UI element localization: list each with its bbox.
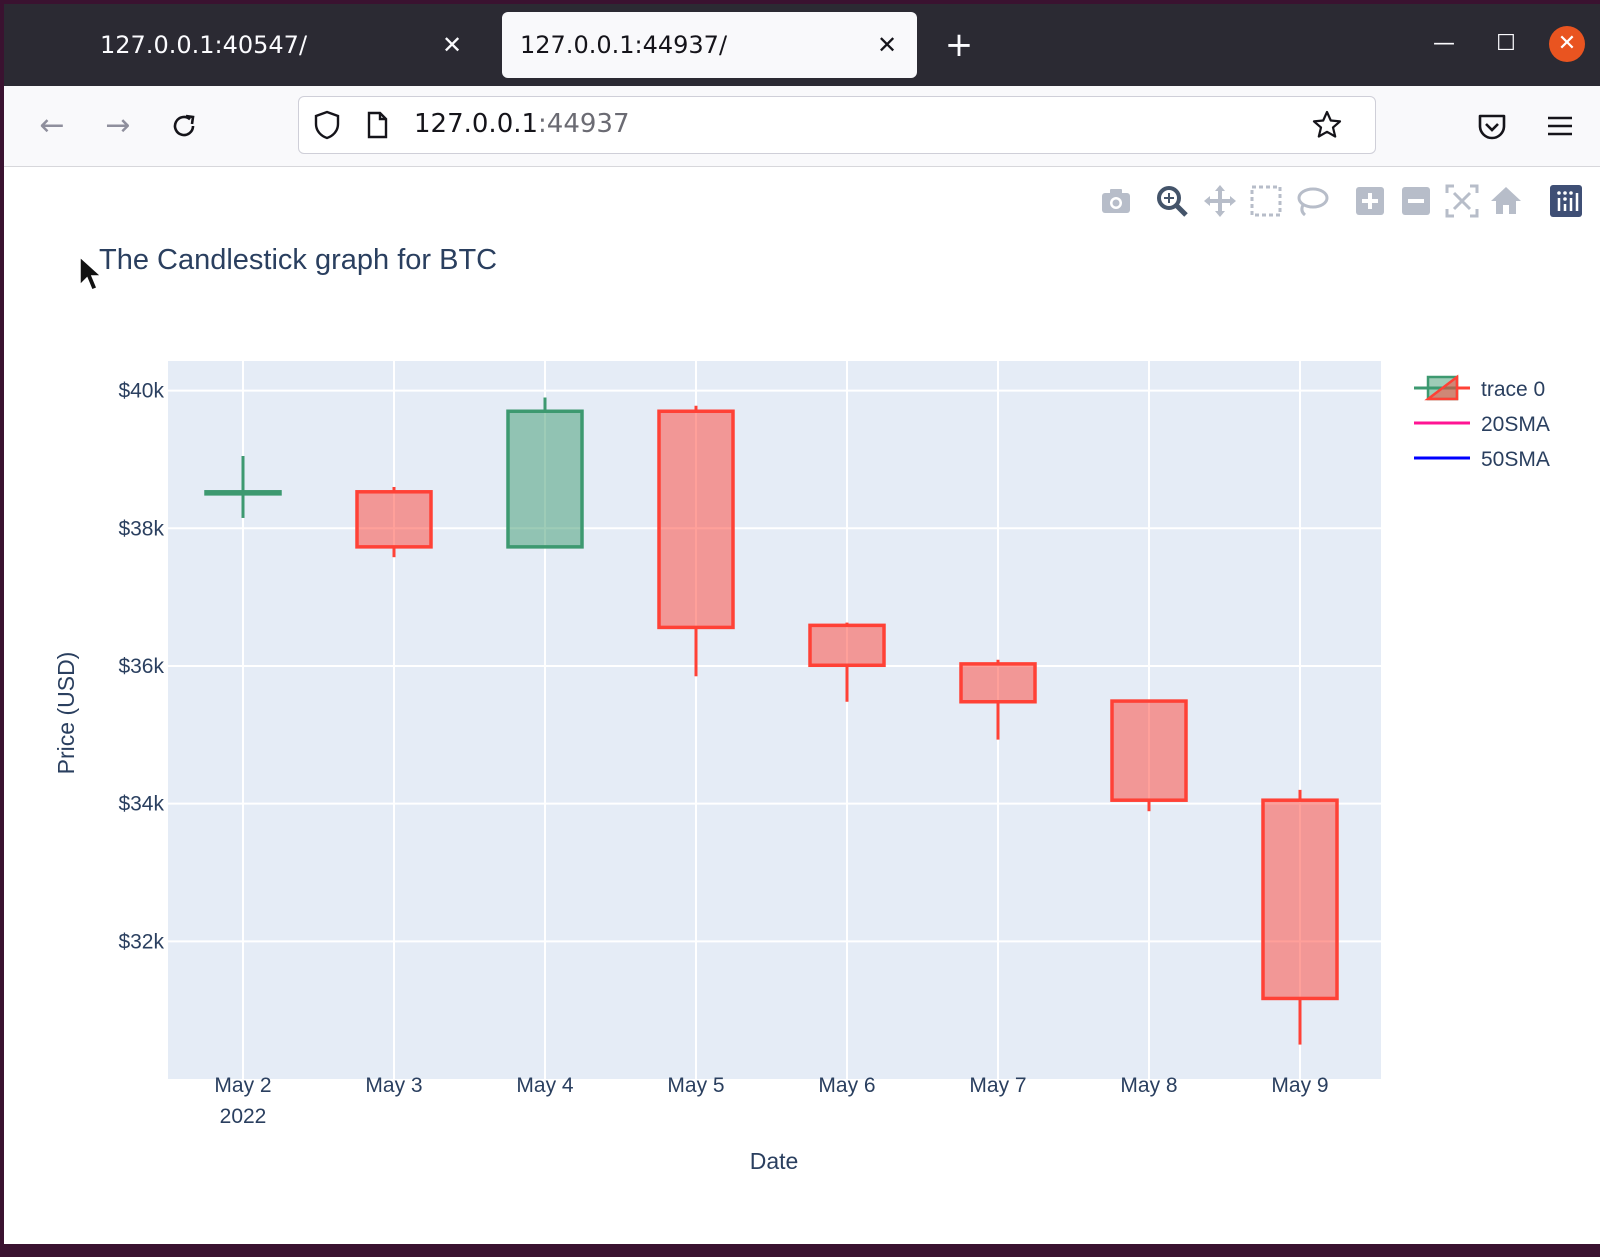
back-arrow-icon[interactable]: ←: [30, 104, 74, 148]
candle-decreasing[interactable]: [1110, 699, 1188, 812]
minimize-icon[interactable]: —: [1422, 22, 1466, 66]
url-text[interactable]: 127.0.0.1:44937: [414, 109, 630, 139]
plotly-logo-icon[interactable]: [1548, 183, 1584, 219]
legend-label-50sma: 50SMA: [1481, 448, 1550, 471]
candle-body: [355, 490, 433, 549]
mouse-cursor-icon: [79, 255, 103, 291]
x-axis-title: Date: [750, 1148, 799, 1174]
x-tick-label: May 3: [365, 1074, 422, 1097]
page-content: $32k $34k $36k $38k $40k May 2 May 3 May 4 May …: [4, 167, 1600, 1244]
x-tick-label: May 2: [214, 1074, 271, 1097]
x-year-label: 2022: [220, 1105, 267, 1128]
candle-body: [506, 409, 584, 549]
lasso-select-icon[interactable]: [1294, 183, 1330, 219]
page-icon[interactable]: [361, 109, 393, 141]
candle-body: [1261, 798, 1339, 1001]
modebar: [4, 183, 1600, 223]
navigation-bar: ← → 127.0.0.1:44937: [4, 86, 1600, 167]
candlestick-chart[interactable]: $32k $34k $36k $38k $40k May 2 May 3 May 4 May …: [4, 167, 1600, 1244]
x-tick-label: May 9: [1271, 1074, 1328, 1097]
reload-icon[interactable]: [162, 104, 206, 148]
zoom-in-icon[interactable]: [1352, 183, 1388, 219]
box-select-icon[interactable]: [1248, 183, 1284, 219]
candle-body: [657, 409, 735, 630]
candle-decreasing[interactable]: [355, 486, 433, 558]
candle-body: [959, 662, 1037, 704]
shield-icon[interactable]: [311, 109, 343, 141]
zoom-out-icon[interactable]: [1398, 183, 1434, 219]
y-axis-title: Price (USD): [53, 652, 79, 775]
y-tick-label: $40k: [118, 380, 164, 403]
chart-title: The Candlestick graph for BTC: [99, 244, 497, 276]
tab-strip: 127.0.0.1:40547/ ✕ 127.0.0.1:44937/ ✕ + …: [4, 4, 1600, 86]
x-tick-label: May 7: [969, 1074, 1026, 1097]
pan-icon[interactable]: [1202, 183, 1238, 219]
autoscale-icon[interactable]: [1444, 183, 1480, 219]
legend-item-trace0[interactable]: trace 0: [1414, 374, 1545, 401]
close-window-icon[interactable]: ✕: [1549, 26, 1585, 62]
legend-item-50sma[interactable]: 50SMA: [1414, 448, 1550, 471]
y-tick-label: $34k: [118, 793, 164, 816]
tab-active[interactable]: 127.0.0.1:44937/ ✕: [502, 12, 917, 78]
legend[interactable]: trace 0 20SMA 50SMA: [1414, 374, 1550, 471]
bookmark-star-icon[interactable]: [1311, 109, 1343, 141]
y-tick-label: $36k: [118, 655, 164, 678]
plot-background: [168, 361, 1381, 1079]
url-host: 127.0.0.1: [414, 109, 539, 139]
x-tick-label: May 8: [1120, 1074, 1177, 1097]
home-icon[interactable]: [1488, 183, 1524, 219]
candle-increasing[interactable]: [506, 397, 584, 549]
x-tick-label: May 4: [516, 1074, 574, 1097]
new-tab-button[interactable]: +: [934, 20, 984, 70]
candle-body: [808, 623, 886, 668]
y-tick-label: $38k: [118, 517, 164, 540]
zoom-icon[interactable]: [1154, 183, 1190, 219]
tab-close-icon[interactable]: ✕: [432, 31, 472, 59]
tab-inactive[interactable]: 127.0.0.1:40547/ ✕: [82, 12, 482, 78]
x-tick-label: May 6: [818, 1074, 875, 1097]
legend-label-trace0: trace 0: [1481, 378, 1545, 401]
maximize-icon[interactable]: ☐: [1484, 22, 1528, 66]
camera-icon[interactable]: [1098, 183, 1134, 219]
browser-window: 127.0.0.1:40547/ ✕ 127.0.0.1:44937/ ✕ + …: [4, 4, 1600, 1244]
y-tick-label: $32k: [118, 930, 164, 953]
tab-close-icon[interactable]: ✕: [867, 31, 907, 59]
legend-label-20sma: 20SMA: [1481, 413, 1550, 436]
address-bar[interactable]: 127.0.0.1:44937: [298, 96, 1376, 154]
x-tick-label: May 5: [667, 1074, 724, 1097]
tab-title: 127.0.0.1:44937/: [520, 31, 728, 59]
tab-title: 127.0.0.1:40547/: [100, 31, 308, 59]
url-port: :44937: [538, 109, 630, 139]
candle-body: [204, 490, 282, 496]
candle-body: [1110, 699, 1188, 802]
legend-item-20sma[interactable]: 20SMA: [1414, 413, 1550, 436]
forward-arrow-icon[interactable]: →: [96, 104, 140, 148]
pocket-icon[interactable]: [1472, 106, 1512, 146]
menu-icon[interactable]: [1540, 106, 1580, 146]
